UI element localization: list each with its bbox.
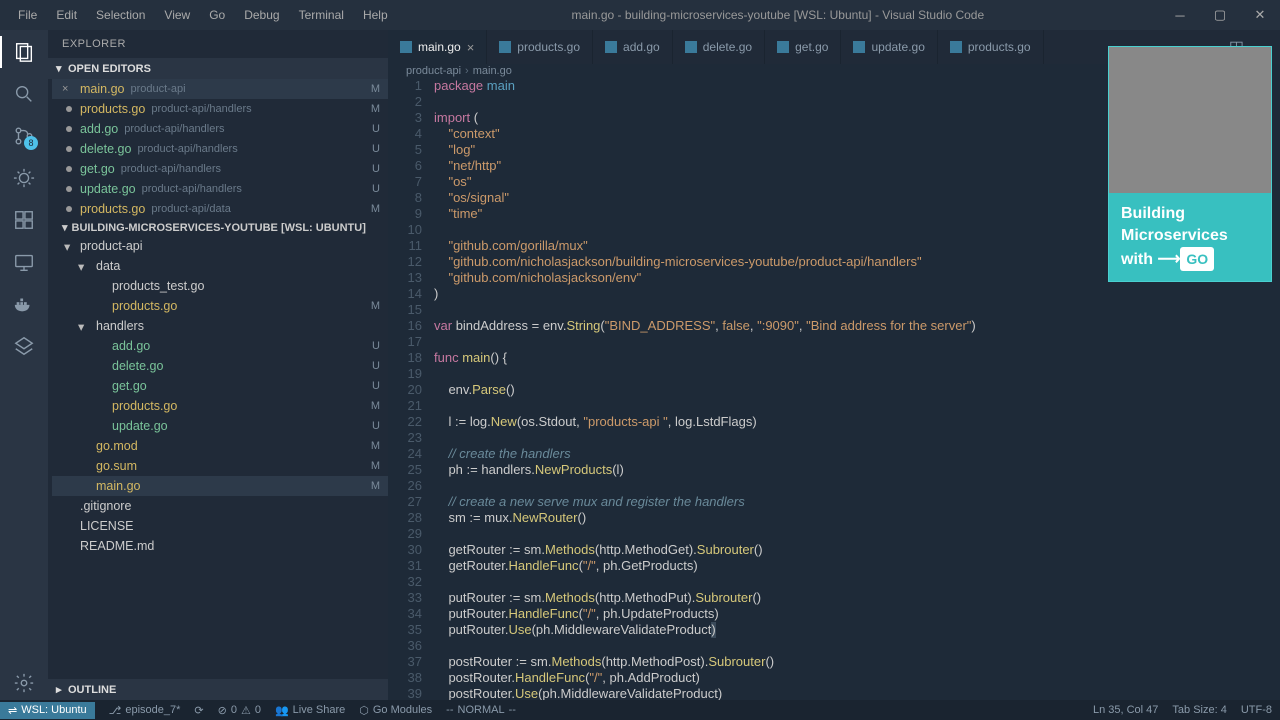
git-branch[interactable]: ⎇ episode_7* [109,704,181,717]
editor-tab[interactable]: add.go [593,30,673,64]
explorer-sidebar: EXPLORER ▾OPEN EDITORS ×main.goproduct-a… [48,30,388,700]
outline-header[interactable]: ▸OUTLINE [48,679,388,700]
workspace-header[interactable]: ▾BUILDING-MICROSERVICES-YOUTUBE [WSL: UB… [48,219,388,236]
live-share[interactable]: 👥 Live Share [275,704,345,717]
debug-icon[interactable] [12,166,36,190]
live-share-icon[interactable] [12,334,36,358]
minimize-button[interactable]: ─ [1160,0,1200,30]
sync-button[interactable]: ⟳ [194,704,203,717]
close-button[interactable]: ✕ [1240,0,1280,30]
webcam-feed [1109,47,1271,193]
file-item[interactable]: products.goM [52,396,388,416]
open-editor-item[interactable]: delete.goproduct-api/handlersU [52,139,388,159]
remote-icon[interactable] [12,250,36,274]
file-item[interactable]: README.md [52,536,388,556]
menu-view[interactable]: View [156,4,198,26]
menu-go[interactable]: Go [201,4,233,26]
encoding[interactable]: UTF-8 [1241,704,1272,716]
editor-tab[interactable]: main.go× [388,30,487,64]
menu-help[interactable]: Help [355,4,396,26]
search-icon[interactable] [12,82,36,106]
open-editor-item[interactable]: products.goproduct-api/dataM [52,199,388,219]
tab-close-icon[interactable]: × [467,40,475,55]
editor-tab[interactable]: delete.go [673,30,765,64]
statusbar: ⇌ WSL: Ubuntu ⎇ episode_7* ⟳ ⊘ 0 ⚠ 0 👥 L… [0,700,1280,720]
open-editors-list: ×main.goproduct-apiMproducts.goproduct-a… [48,79,388,219]
file-item[interactable]: LICENSE [52,516,388,536]
editor-tab[interactable]: products.go [487,30,593,64]
file-item[interactable]: update.goU [52,416,388,436]
menu-edit[interactable]: Edit [48,4,85,26]
editor-tab[interactable]: products.go [938,30,1044,64]
explorer-title: EXPLORER [48,30,388,58]
remote-indicator[interactable]: ⇌ WSL: Ubuntu [0,702,95,719]
scm-badge: 8 [24,136,38,150]
source-control-icon[interactable]: 8 [12,124,36,148]
line-gutter: 1234567891011121314151617181920212223242… [388,78,434,700]
file-item[interactable]: main.goM [52,476,388,496]
activity-bar: 8 [0,30,48,700]
editor-tab[interactable]: get.go [765,30,841,64]
go-modules[interactable]: ⬡ Go Modules [359,704,432,717]
explorer-icon[interactable] [12,40,36,64]
file-item[interactable]: products.goM [52,296,388,316]
file-tree: ▾product-api▾dataproducts_test.goproduct… [48,236,388,556]
titlebar: File Edit Selection View Go Debug Termin… [0,0,1280,30]
menu-debug[interactable]: Debug [236,4,287,26]
settings-icon[interactable] [12,676,36,700]
folder-item[interactable]: ▾product-api [52,236,388,256]
tab-size[interactable]: Tab Size: 4 [1172,704,1226,716]
webcam-overlay: Building Microservices with ⟶GO [1108,46,1272,282]
docker-icon[interactable] [12,292,36,316]
open-editor-item[interactable]: add.goproduct-api/handlersU [52,119,388,139]
cursor-position[interactable]: Ln 35, Col 47 [1093,704,1158,716]
window-controls: ─ ▢ ✕ [1160,0,1280,30]
file-item[interactable]: go.modM [52,436,388,456]
file-item[interactable]: get.goU [52,376,388,396]
file-item[interactable]: add.goU [52,336,388,356]
window-title: main.go - building-microservices-youtube… [396,8,1160,22]
file-item[interactable]: .gitignore [52,496,388,516]
editor-tab[interactable]: update.go [841,30,937,64]
open-editor-item[interactable]: get.goproduct-api/handlersU [52,159,388,179]
open-editor-item[interactable]: products.goproduct-api/handlersM [52,99,388,119]
menu-terminal[interactable]: Terminal [291,4,352,26]
file-item[interactable]: go.sumM [52,456,388,476]
file-item[interactable]: products_test.go [52,276,388,296]
overlay-caption: Building Microservices with ⟶GO [1109,193,1271,281]
folder-item[interactable]: ▾handlers [52,316,388,336]
folder-item[interactable]: ▾data [52,256,388,276]
menu-file[interactable]: File [10,4,45,26]
maximize-button[interactable]: ▢ [1200,0,1240,30]
menu-selection[interactable]: Selection [88,4,153,26]
open-editor-item[interactable]: update.goproduct-api/handlersU [52,179,388,199]
open-editor-item[interactable]: ×main.goproduct-apiM [52,79,388,99]
extensions-icon[interactable] [12,208,36,232]
problems[interactable]: ⊘ 0 ⚠ 0 [218,704,261,717]
open-editors-header[interactable]: ▾OPEN EDITORS [48,58,388,79]
file-item[interactable]: delete.goU [52,356,388,376]
app-menu: File Edit Selection View Go Debug Termin… [0,4,396,26]
vim-mode: -- NORMAL -- [446,704,516,716]
